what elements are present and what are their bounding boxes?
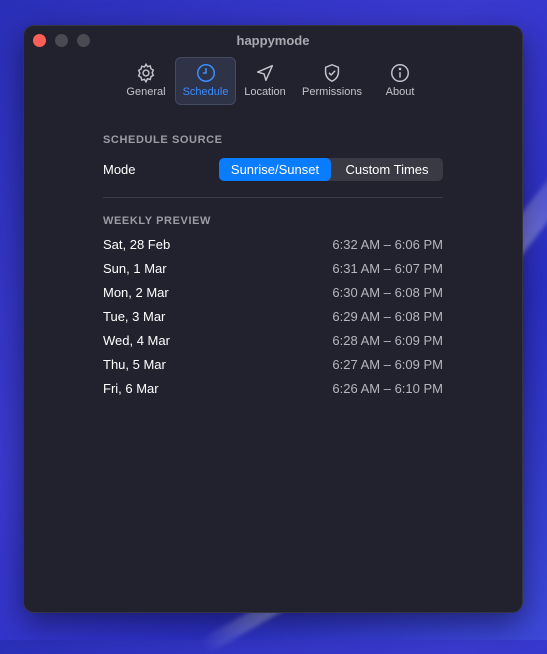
preview-date: Thu, 5 Mar	[103, 357, 166, 372]
tab-general-label: General	[126, 86, 166, 98]
schedule-source-heading: SCHEDULE SOURCE	[103, 134, 223, 146]
preview-date: Fri, 6 Mar	[103, 381, 159, 396]
tab-about-label: About	[385, 86, 415, 98]
list-item: Tue, 3 Mar 6:29 AM – 6:08 PM	[103, 305, 443, 329]
gear-icon	[137, 62, 155, 84]
settings-window: happymode General Schedule Location Perm…	[23, 25, 523, 613]
mode-option-custom-times[interactable]: Custom Times	[331, 158, 443, 181]
preview-time-range: 6:26 AM – 6:10 PM	[332, 381, 443, 396]
tab-location-label: Location	[244, 86, 286, 98]
location-arrow-icon	[256, 64, 274, 82]
weekly-preview-heading: WEEKLY PREVIEW	[103, 215, 212, 227]
preview-time-range: 6:29 AM – 6:08 PM	[332, 309, 443, 324]
window-title: happymode	[236, 33, 310, 48]
preview-time-range: 6:31 AM – 6:07 PM	[332, 261, 443, 276]
tab-schedule-label: Schedule	[182, 86, 229, 98]
mode-segmented-control: Sunrise/Sunset Custom Times	[219, 158, 443, 181]
section-divider	[103, 197, 443, 198]
list-item: Sat, 28 Feb 6:32 AM – 6:06 PM	[103, 233, 443, 257]
info-icon	[391, 64, 409, 82]
mode-label: Mode	[103, 162, 136, 177]
preview-date: Tue, 3 Mar	[103, 309, 166, 324]
tab-permissions[interactable]: Permissions	[298, 57, 366, 105]
preview-time-range: 6:32 AM – 6:06 PM	[332, 237, 443, 252]
preview-time-range: 6:28 AM – 6:09 PM	[332, 333, 443, 348]
mode-option-sunrise-sunset[interactable]: Sunrise/Sunset	[219, 158, 331, 181]
preview-date: Sat, 28 Feb	[103, 237, 171, 252]
tab-schedule[interactable]: Schedule	[175, 57, 236, 105]
shield-check-icon	[324, 64, 340, 82]
preview-date: Wed, 4 Mar	[103, 333, 170, 348]
tab-location[interactable]: Location	[240, 57, 290, 105]
title-bar[interactable]: happymode	[23, 25, 523, 57]
preferences-toolbar: General Schedule Location Permissions Ab…	[23, 57, 523, 105]
weekly-preview-list: Sat, 28 Feb 6:32 AM – 6:06 PM Sun, 1 Mar…	[103, 233, 443, 401]
tab-general[interactable]: General	[121, 57, 171, 105]
list-item: Sun, 1 Mar 6:31 AM – 6:07 PM	[103, 257, 443, 281]
clock-icon	[196, 63, 215, 83]
preview-time-range: 6:27 AM – 6:09 PM	[332, 357, 443, 372]
list-item: Thu, 5 Mar 6:27 AM – 6:09 PM	[103, 353, 443, 377]
preview-date: Mon, 2 Mar	[103, 285, 169, 300]
list-item: Wed, 4 Mar 6:28 AM – 6:09 PM	[103, 329, 443, 353]
tab-permissions-label: Permissions	[302, 86, 362, 98]
tab-about[interactable]: About	[375, 57, 425, 105]
preview-date: Sun, 1 Mar	[103, 261, 167, 276]
list-item: Mon, 2 Mar 6:30 AM – 6:08 PM	[103, 281, 443, 305]
preview-time-range: 6:30 AM – 6:08 PM	[332, 285, 443, 300]
list-item: Fri, 6 Mar 6:26 AM – 6:10 PM	[103, 377, 443, 401]
